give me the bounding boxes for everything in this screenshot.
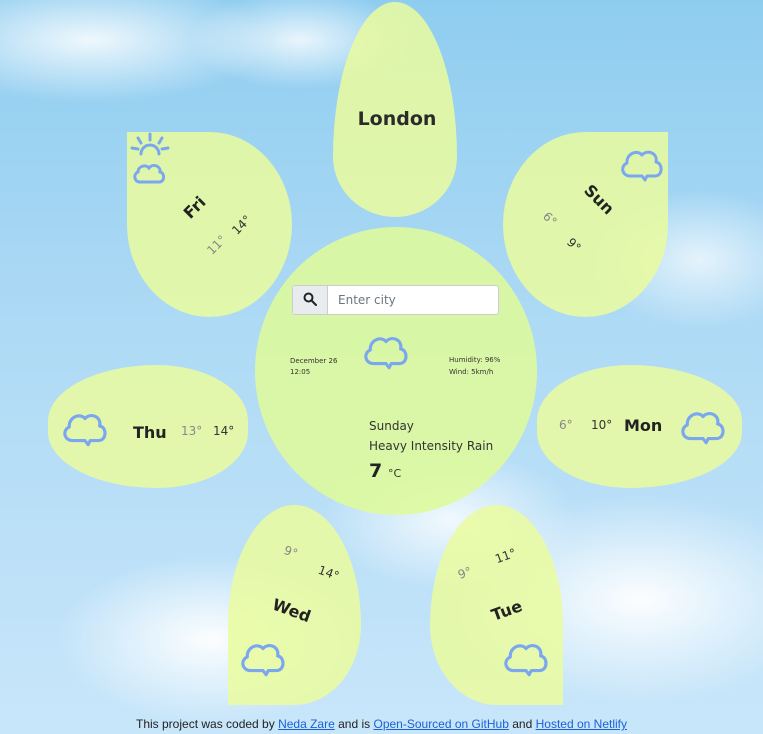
footer-and: and [508, 717, 536, 731]
cloud-icon [503, 635, 549, 681]
netlify-link[interactable]: Hosted on Netlify [536, 717, 627, 731]
cloud-icon [620, 142, 664, 186]
footer: This project was coded by Neda Zare and … [0, 717, 763, 731]
footer-prefix: This project was coded by [136, 717, 279, 731]
search-button[interactable] [293, 286, 328, 314]
current-time: 12:05 [290, 368, 311, 376]
forecast-max-thu: 14° [213, 424, 235, 438]
current-humidity: Humidity: 96% [449, 356, 501, 364]
partly-sunny-icon [130, 132, 170, 187]
github-link[interactable]: Open-Sourced on GitHub [373, 717, 508, 731]
cloud-icon [680, 403, 726, 449]
search-form [292, 285, 499, 315]
current-wind: Wind: 5km/h [449, 368, 494, 376]
forecast-day-thu: Thu [133, 423, 167, 442]
current-temperature: 7 [369, 460, 383, 482]
city-search-input[interactable] [328, 286, 498, 314]
forecast-day-mon: Mon [624, 416, 663, 435]
cloud-icon [362, 328, 410, 374]
cloud-icon [240, 635, 286, 681]
author-link[interactable]: Neda Zare [278, 717, 335, 731]
current-description: Heavy Intensity Rain [369, 439, 494, 453]
weather-app: London Fri 11° 14° Sun 6° 9° Thu 13° 14°… [0, 0, 763, 734]
current-date: December 26 [290, 357, 338, 365]
search-icon [303, 291, 317, 310]
forecast-min-mon: 6° [559, 418, 573, 432]
city-name: London [357, 108, 437, 130]
forecast-min-thu: 13° [181, 424, 203, 438]
footer-middle: and is [334, 717, 374, 731]
cloud-icon [62, 405, 108, 451]
current-day: Sunday [369, 419, 414, 433]
forecast-max-mon: 10° [591, 418, 613, 432]
temperature-unit[interactable]: °C [388, 467, 401, 480]
